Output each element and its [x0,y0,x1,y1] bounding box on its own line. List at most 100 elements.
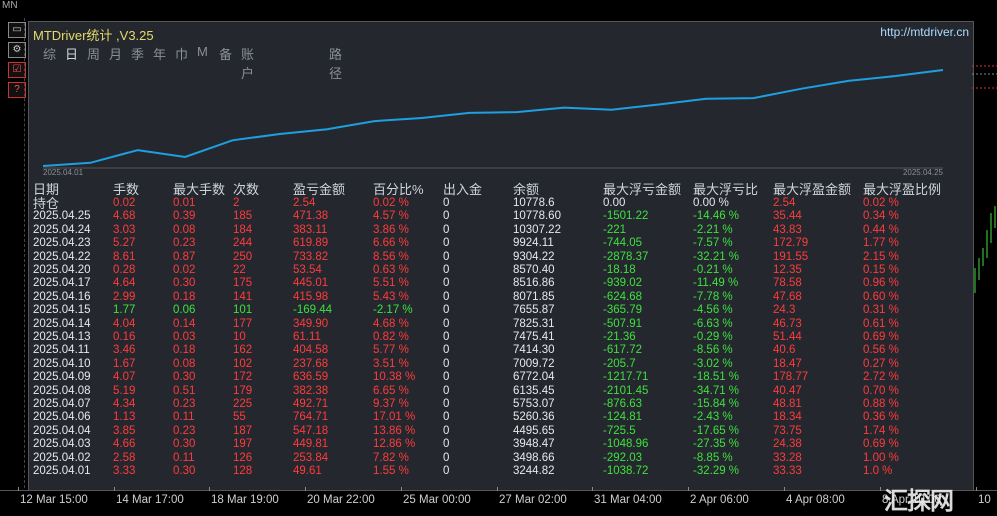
table-cell: -18.51 % [693,371,740,384]
table-cell: 8570.40 [513,264,555,276]
table-cell: 2.72 % [863,371,899,384]
table-cell: 0.56 % [863,344,899,357]
table-cell: 8.56 % [373,250,409,263]
table-cell: 178.77 [773,371,809,384]
table-cell: -507.91 [603,317,643,330]
table-cell: 0.82 % [373,331,409,343]
table-cell: 128 [233,465,253,477]
column-header: 余额 [513,182,540,197]
table-cell: 4.68 [113,210,136,223]
table-cell: 5.19 [113,384,136,397]
table-cell: 持仓 [33,196,60,211]
table-cell: -221 [603,223,627,236]
table-cell: 0.11 [173,451,195,464]
table-cell: 9304.22 [513,250,555,263]
table-cell: -11.49 % [693,277,739,290]
table-cell: -7.78 % [693,290,733,303]
table-cell: 492.71 [293,398,329,410]
chart-start-label: 2025.04.01 [43,168,84,177]
chart-separator [24,18,26,488]
tab-7[interactable]: M [197,44,208,59]
table-cell: 10778.60 [513,210,561,223]
table-cell: 2.58 [113,451,136,464]
table-cell: 7825.31 [513,317,555,330]
table-cell: 0.02 [113,197,136,209]
table-cell: 0 [443,290,450,303]
website-link[interactable]: http://mtdriver.cn [880,25,969,39]
table-cell: -8.85 % [693,451,733,464]
table-cell: 4.07 [113,371,136,384]
table-cell: 126 [233,451,253,464]
table-cell: 10 [233,331,246,343]
table-cell: 1.55 % [373,465,409,477]
table-cell: 0.02 % [863,197,899,209]
table-cell: -939.02 [603,277,643,290]
equity-chart: 2025.04.01 2025.04.25 [42,69,944,177]
table-cell: 10.38 % [373,371,416,384]
table-cell: 2025.04.17 [33,277,91,290]
table-cell: 191.55 [773,250,809,263]
table-cell: 18.47 [773,357,802,370]
table-cell: 2025.04.06 [33,411,91,424]
table-cell: 2025.04.02 [33,451,91,464]
tab-3[interactable]: 月 [109,44,122,63]
column-header: 最大浮亏比 [693,182,759,197]
table-cell: -0.21 % [693,264,733,276]
table-cell: 0 [443,371,450,384]
table-cell: 244 [233,237,253,250]
table-cell: 5260.36 [513,411,555,424]
tab-8[interactable]: 备 [219,44,232,63]
table-cell: 102 [233,357,253,370]
stats-panel: MTDriver统计 ,V3.25 http://mtdriver.cn 综日周… [28,21,974,491]
table-cell: 3.33 [113,465,136,477]
table-cell: 0.88 % [863,398,899,410]
table-cell: 349.90 [293,317,329,330]
table-cell: 3.86 % [373,223,409,236]
table-cell: -34.71 % [693,384,740,397]
table-cell: 0.30 [173,438,196,451]
table-cell: 733.82 [293,250,329,263]
table-cell: 2025.04.13 [33,331,91,343]
table-cell: 0.16 [113,331,136,343]
tab-5[interactable]: 年 [153,44,166,63]
table-cell: 382.38 [293,384,329,397]
axis-tick-label: 14 Mar 17:00 [116,494,184,506]
table-cell: 0 [443,331,450,343]
table-cell: 636.59 [293,371,329,384]
table-cell: -2.21 % [693,223,733,236]
table-cell: 46.73 [773,317,802,330]
tab-4[interactable]: 季 [131,44,144,63]
table-cell: 141 [233,290,253,303]
table-cell: 0.87 [173,250,196,263]
table-cell: 0.02 [173,264,196,276]
table-cell: -2101.45 [603,384,649,397]
table-cell: 61.11 [293,331,321,343]
table-cell: 175 [233,277,253,290]
table-cell: 0.34 % [863,210,899,223]
table-cell: 172 [233,371,253,384]
tab-6[interactable]: 巾 [175,44,188,63]
table-cell: -365.79 [603,304,643,317]
price-chart-fragment [972,65,997,293]
table-cell: 3.85 [113,424,136,437]
table-cell: -4.56 % [693,304,733,317]
table-cell: 0 [443,438,450,451]
table-cell: 1.13 [113,411,136,424]
table-cell: 2025.04.25 [33,210,91,223]
table-cell: 225 [233,398,253,410]
table-cell: 0.23 [173,237,196,250]
tab-2[interactable]: 周 [87,44,100,63]
table-cell: 0.30 [173,465,196,477]
table-cell: 0 [443,317,450,330]
axis-tick-label: 31 Mar 04:00 [594,494,662,506]
table-cell: 2.99 [113,290,136,303]
table-cell: -18.18 [603,264,636,276]
tab-1[interactable]: 日 [65,44,78,63]
table-cell: 2025.04.08 [33,384,91,397]
tab-0[interactable]: 综 [43,44,56,63]
axis-tick-label: 2 Apr 06:00 [690,494,749,506]
table-cell: 7475.41 [513,331,555,343]
table-cell: 0.70 % [863,384,899,397]
column-header: 最大浮盈金额 [773,182,852,197]
table-cell: 383.11 [293,223,328,236]
